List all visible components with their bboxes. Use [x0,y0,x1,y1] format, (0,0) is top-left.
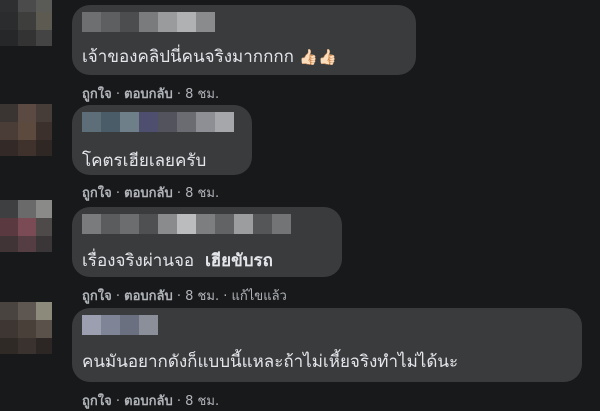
comment-bubble: เจ้าของคลิปนี่คนจริงมากกกก 👍🏻👍🏻 [72,5,416,75]
timestamp[interactable]: 8 ชม. [185,186,219,201]
comment-bubble: โคตรเฮียเลยครับ [72,105,252,175]
reply-link[interactable]: ตอบกลับ [124,87,173,102]
reply-link[interactable]: ตอบกลับ [124,186,173,201]
avatar[interactable] [0,200,52,252]
edited-label[interactable]: แก้ไขแล้ว [232,289,287,304]
like-link[interactable]: ถูกใจ [82,289,112,304]
comment-text: โคตรเฮียเลยครับ [82,151,207,171]
commenter-name-blurred[interactable] [82,315,158,335]
timestamp[interactable]: 8 ชม. [185,394,219,409]
timestamp[interactable]: 8 ชม. [185,289,219,304]
comment-text: เจ้าของคลิปนี่คนจริงมากกกก 👍🏻👍🏻 [82,47,337,67]
comment-text: เรื่องจริงผ่านจอ เฮียขับรถ [82,251,273,271]
comment-actions: ถูกใจ · ตอบกลับ · 8 ชม. [82,394,220,409]
comment-bubble: เรื่องจริงผ่านจอ เฮียขับรถ [72,207,342,277]
commenter-name-blurred[interactable] [82,214,291,234]
comment-text: คนมันอยากดังก็แบบนี้แหละถ้าไม่เหี้ยจริงท… [82,352,459,372]
comment-bubble: คนมันอยากดังก็แบบนี้แหละถ้าไม่เหี้ยจริงท… [72,308,582,382]
timestamp[interactable]: 8 ชม. [185,87,219,102]
reply-link[interactable]: ตอบกลับ [124,394,173,409]
like-link[interactable]: ถูกใจ [82,87,112,102]
like-link[interactable]: ถูกใจ [82,394,112,409]
comment-actions: ถูกใจ · ตอบกลับ · 8 ชม. · แก้ไขแล้ว [82,289,287,304]
avatar[interactable] [0,0,52,46]
thumbs-up-emoji: 👍🏻👍🏻 [299,48,337,66]
avatar[interactable] [0,302,52,354]
comment-actions: ถูกใจ · ตอบกลับ · 8 ชม. [82,186,220,201]
commenter-name-blurred[interactable] [82,112,234,132]
mention-link[interactable]: เฮียขับรถ [205,251,273,271]
like-link[interactable]: ถูกใจ [82,186,112,201]
reply-link[interactable]: ตอบกลับ [124,289,173,304]
avatar[interactable] [0,104,52,156]
comment-actions: ถูกใจ · ตอบกลับ · 8 ชม. [82,87,220,102]
commenter-name-blurred[interactable] [82,12,215,32]
